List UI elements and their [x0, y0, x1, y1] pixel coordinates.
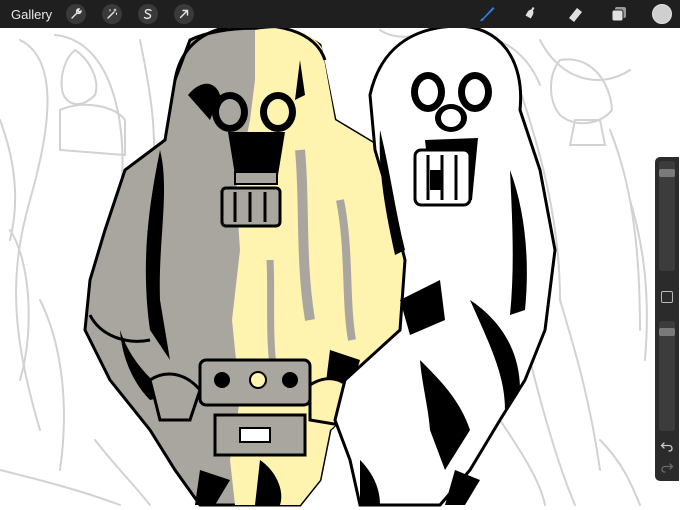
layers-tool[interactable] [608, 3, 630, 25]
selection-s-icon [143, 8, 152, 20]
right-toolbar [454, 0, 672, 28]
transform-arrow-icon [179, 9, 189, 19]
redo-arrow-icon[interactable] [660, 460, 674, 474]
brush-tool[interactable] [476, 3, 498, 25]
modify-square-icon[interactable] [661, 291, 673, 303]
opacity-slider[interactable] [659, 321, 675, 431]
actions-button[interactable] [66, 4, 87, 24]
brush-size-knob[interactable] [659, 169, 675, 177]
eraser-icon [569, 8, 582, 22]
adjustments-button[interactable] [102, 4, 123, 24]
selection-button[interactable] [138, 4, 159, 24]
layers-icon [611, 7, 626, 22]
gallery-button[interactable]: Gallery [11, 7, 52, 22]
brush-icon [480, 7, 495, 22]
eraser-tool[interactable] [564, 3, 586, 25]
transform-button[interactable] [174, 4, 195, 24]
color-picker-button[interactable] [652, 4, 672, 24]
undo-arrow-icon[interactable] [660, 439, 674, 453]
opacity-knob[interactable] [659, 328, 675, 336]
smudge-tool[interactable] [520, 3, 542, 25]
brush-size-slider[interactable] [659, 161, 675, 271]
wrench-icon [71, 8, 82, 19]
magic-wand-icon [107, 8, 118, 19]
drawing-canvas[interactable] [0, 0, 680, 510]
side-toolbar [655, 157, 679, 481]
top-toolbar: Gallery [0, 0, 680, 28]
smudge-icon [525, 6, 535, 19]
